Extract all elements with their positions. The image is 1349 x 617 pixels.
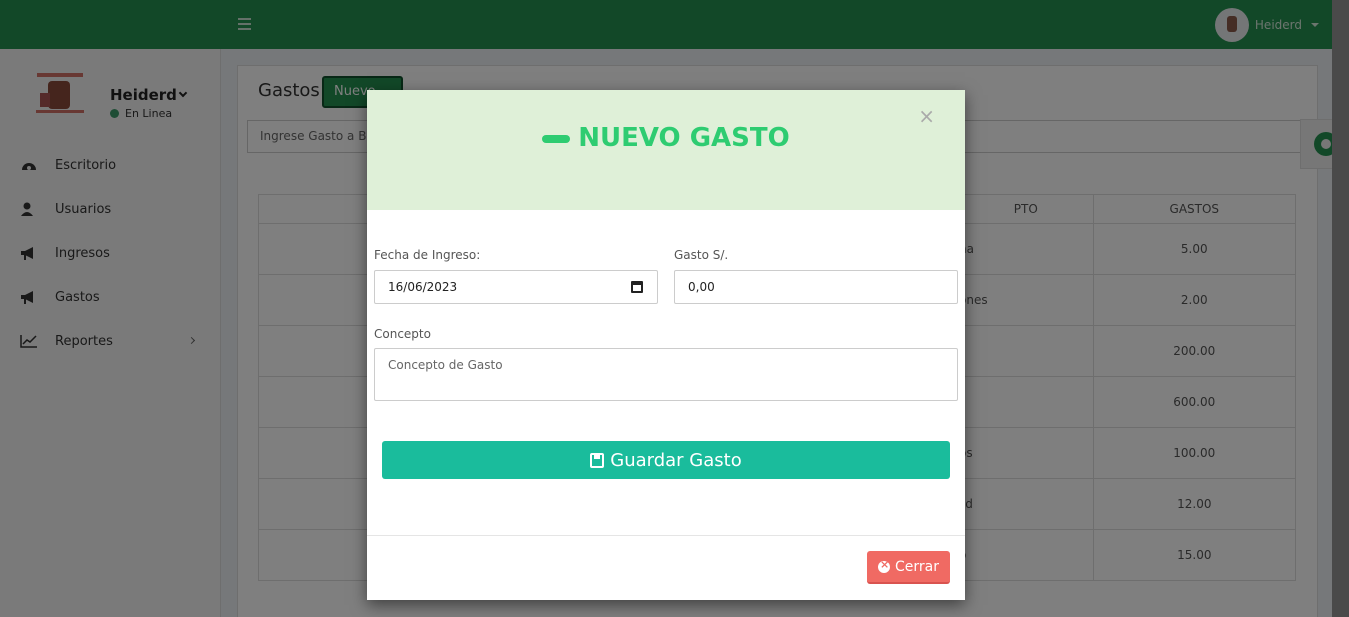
close-button[interactable]: Cerrar	[867, 551, 950, 584]
amount-field[interactable]: 0,00	[674, 270, 958, 304]
calendar-icon[interactable]	[631, 281, 643, 293]
modal-header: × NUEVO GASTO	[367, 90, 965, 210]
concept-textarea[interactable]: Concepto de Gasto	[374, 348, 958, 401]
amount-label: Gasto S/.	[674, 248, 729, 262]
close-circle-icon	[878, 558, 890, 573]
modal-title: NUEVO GASTO	[367, 123, 965, 153]
save-expense-button[interactable]: Guardar Gasto	[382, 441, 950, 479]
date-field[interactable]: 16/06/2023	[374, 270, 658, 304]
new-expense-modal: × NUEVO GASTO Fecha de Ingreso: 16/06/20…	[367, 90, 965, 600]
scrollbar[interactable]	[1332, 0, 1349, 617]
expense-icon	[542, 134, 571, 143]
concept-label: Concepto	[374, 327, 431, 341]
modal-footer-divider	[367, 535, 965, 536]
floppy-disk-icon	[590, 452, 605, 468]
date-label: Fecha de Ingreso:	[374, 248, 481, 262]
